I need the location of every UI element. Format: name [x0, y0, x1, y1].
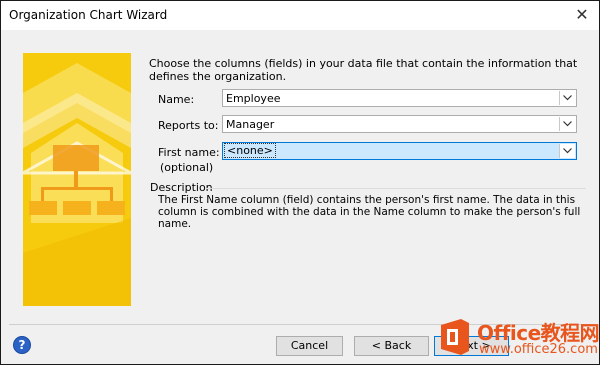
- name-select-value: Employee: [226, 92, 281, 105]
- chevron-down-icon[interactable]: [559, 117, 575, 131]
- reports-to-label: Reports to:: [158, 119, 219, 132]
- reports-to-select[interactable]: Manager: [222, 115, 577, 133]
- first-name-label: First name:: [158, 146, 220, 159]
- help-icon[interactable]: ?: [13, 336, 31, 354]
- description-text: The First Name column (field) contains t…: [158, 194, 581, 230]
- watermark: Office教程网 www.office26.com: [433, 313, 600, 366]
- chevron-down-icon[interactable]: [559, 144, 575, 158]
- name-select[interactable]: Employee: [222, 89, 577, 107]
- office-logo-icon: [441, 319, 469, 355]
- watermark-url: www.office26.com: [479, 342, 598, 357]
- wizard-window: Organization Chart Wizard ✕ Choose the c…: [0, 0, 600, 365]
- reports-to-select-value: Manager: [226, 118, 275, 131]
- close-icon[interactable]: ✕: [571, 4, 593, 26]
- title-bar: Organization Chart Wizard ✕: [1, 1, 599, 30]
- description-divider: [206, 188, 586, 189]
- first-name-select[interactable]: <none>: [222, 142, 577, 160]
- name-label: Name:: [158, 93, 195, 106]
- chevron-down-icon[interactable]: [559, 91, 575, 105]
- first-name-select-value: <none>: [224, 143, 276, 158]
- back-button[interactable]: < Back: [354, 336, 429, 356]
- window-title: Organization Chart Wizard: [9, 8, 168, 22]
- intro-text: Choose the columns (fields) in your data…: [149, 57, 578, 83]
- wizard-banner-image: [23, 53, 131, 306]
- cancel-button[interactable]: Cancel: [276, 336, 343, 356]
- description-heading: Description: [150, 181, 213, 194]
- first-name-optional-label: (optional): [160, 161, 214, 174]
